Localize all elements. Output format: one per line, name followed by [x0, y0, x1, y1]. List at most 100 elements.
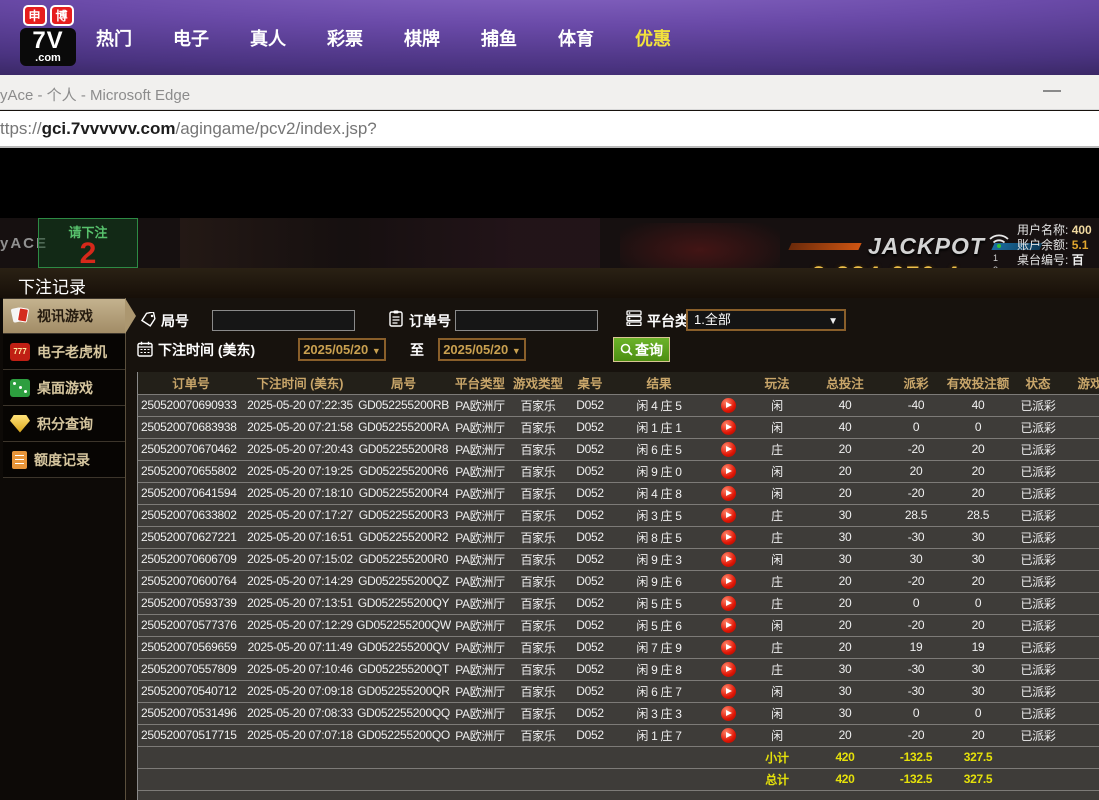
jackpot-label: JACKPOT	[868, 233, 985, 260]
round-number-input[interactable]	[212, 310, 355, 331]
subtotal-row: 小计420-132.5327.5	[138, 746, 1099, 768]
sidebar-item-0[interactable]: 视讯游戏	[3, 298, 125, 334]
play-icon[interactable]	[721, 596, 736, 611]
play-icon[interactable]	[721, 640, 736, 655]
search-button[interactable]: 查询	[613, 337, 670, 362]
play-icon[interactable]	[721, 728, 736, 743]
nav-item-1[interactable]: 电子	[173, 25, 209, 51]
round-number-cell: GD052255200QT	[356, 658, 451, 680]
sidebar-item-1[interactable]: 777电子老虎机	[3, 334, 125, 370]
result-cell: 闲 4 庄 5	[613, 394, 705, 416]
round-number-cell: GD052255200R6	[356, 460, 451, 482]
nav-item-6[interactable]: 体育	[558, 25, 594, 51]
valid-bet-cell: 20	[945, 570, 1011, 592]
table-row: 2505200706067092025-05-20 07:15:02GD0522…	[138, 548, 1099, 570]
bet-side-cell: 庄	[751, 570, 803, 592]
browser-urlbar[interactable]: ttps://gci.7vvvvvv.com/agingame/pcv2/ind…	[0, 111, 1099, 148]
date-to-select[interactable]: 2025/05/20 ▼	[438, 338, 526, 361]
nav-item-0[interactable]: 热门	[96, 25, 132, 51]
nav-item-4[interactable]: 棋牌	[404, 25, 440, 51]
round-number-cell: GD052255200R4	[356, 482, 451, 504]
status-cell: 已派彩	[1011, 570, 1065, 592]
total-bet-cell: 20	[803, 614, 887, 636]
bet-time-cell: 2025-05-20 07:09:18	[244, 680, 356, 702]
result-cell: 闲 5 庄 5	[613, 592, 705, 614]
replay-cell	[705, 702, 751, 724]
table-number-cell: D052	[567, 614, 613, 636]
nav-item-2[interactable]: 真人	[250, 25, 286, 51]
game-cell	[1065, 460, 1099, 482]
play-icon[interactable]	[721, 552, 736, 567]
column-header: 有效投注额	[945, 372, 1011, 394]
play-icon[interactable]	[721, 442, 736, 457]
result-cell: 闲 3 庄 3	[613, 702, 705, 724]
play-icon[interactable]	[721, 508, 736, 523]
result-cell: 闲 7 庄 9	[613, 636, 705, 658]
valid-bet-cell: 30	[945, 548, 1011, 570]
banner-list-marks: 1 2	[993, 252, 998, 268]
sidebar-item-2[interactable]: 桌面游戏	[3, 370, 125, 406]
nav-item-3[interactable]: 彩票	[327, 25, 363, 51]
payout-cell: 30	[887, 548, 945, 570]
nav-menu: 热门 电子 真人 彩票 棋牌 捕鱼 体育 优惠	[96, 0, 671, 75]
minimize-button[interactable]	[1043, 90, 1061, 92]
play-icon[interactable]	[721, 530, 736, 545]
total-bet-cell: 20	[803, 460, 887, 482]
platform-cell: PA欧洲厅	[451, 504, 509, 526]
ledger-icon	[12, 451, 27, 469]
replay-cell	[705, 570, 751, 592]
nav-item-5[interactable]: 捕鱼	[481, 25, 517, 51]
payout-cell: -20	[887, 482, 945, 504]
status-cell: 已派彩	[1011, 680, 1065, 702]
payout-cell: 28.5	[887, 504, 945, 526]
play-icon[interactable]	[721, 420, 736, 435]
platform-cell: PA欧洲厅	[451, 702, 509, 724]
play-icon[interactable]	[721, 464, 736, 479]
totals-cell: -132.5	[887, 746, 945, 768]
sidebar-item-3[interactable]: 积分查询	[3, 406, 125, 442]
game-type-cell: 百家乐	[509, 570, 567, 592]
table-number-cell: D052	[567, 680, 613, 702]
replay-cell	[705, 658, 751, 680]
column-header: 总投注	[803, 372, 887, 394]
sidebar-item-label: 积分查询	[37, 414, 93, 434]
platform-type-select[interactable]: 1.全部▼	[686, 309, 846, 331]
order-number-label: 订单号	[409, 311, 451, 331]
replay-cell	[705, 724, 751, 746]
total-bet-cell: 30	[803, 658, 887, 680]
date-from-select[interactable]: 2025/05/20 ▼	[298, 338, 386, 361]
play-icon[interactable]	[721, 398, 736, 413]
table-number-cell: D052	[567, 482, 613, 504]
bet-side-cell: 闲	[751, 416, 803, 438]
play-icon[interactable]	[721, 662, 736, 677]
totals-cell	[613, 768, 705, 790]
play-icon[interactable]	[721, 706, 736, 721]
play-icon[interactable]	[721, 574, 736, 589]
game-cell	[1065, 636, 1099, 658]
order-number-input[interactable]	[455, 310, 598, 331]
play-icon[interactable]	[721, 486, 736, 501]
play-icon[interactable]	[721, 684, 736, 699]
result-cell: 闲 9 庄 8	[613, 658, 705, 680]
game-type-cell: 百家乐	[509, 636, 567, 658]
tag-icon	[141, 312, 157, 327]
result-cell: 闲 6 庄 7	[613, 680, 705, 702]
sidebar-item-4[interactable]: 额度记录	[3, 442, 125, 478]
round-number-cell: GD052255200R3	[356, 504, 451, 526]
records-table-container[interactable]: 订单号下注时间 (美东)局号平台类型游戏类型桌号结果玩法总投注派彩有效投注额状态…	[137, 372, 1099, 800]
page-top-black-area	[0, 148, 1099, 218]
round-number-cell: GD052255200R0	[356, 548, 451, 570]
payout-cell: -30	[887, 658, 945, 680]
site-logo[interactable]: 申 博 7V .com	[20, 5, 76, 66]
bet-time-label: 下注时间 (美东)	[158, 340, 255, 360]
bet-side-cell: 庄	[751, 592, 803, 614]
sidebar: 视讯游戏777电子老虎机桌面游戏积分查询额度记录	[0, 298, 126, 800]
username-row: 用户名称: 400	[1017, 223, 1092, 238]
browser-titlebar: yAce - 个人 - Microsoft Edge	[0, 75, 1099, 110]
play-icon[interactable]	[721, 618, 736, 633]
bet-side-cell: 闲	[751, 460, 803, 482]
table-row: 2505200706909332025-05-20 07:22:35GD0522…	[138, 394, 1099, 416]
table-number-cell: D052	[567, 658, 613, 680]
valid-bet-cell: 40	[945, 394, 1011, 416]
nav-item-7[interactable]: 优惠	[635, 25, 671, 51]
